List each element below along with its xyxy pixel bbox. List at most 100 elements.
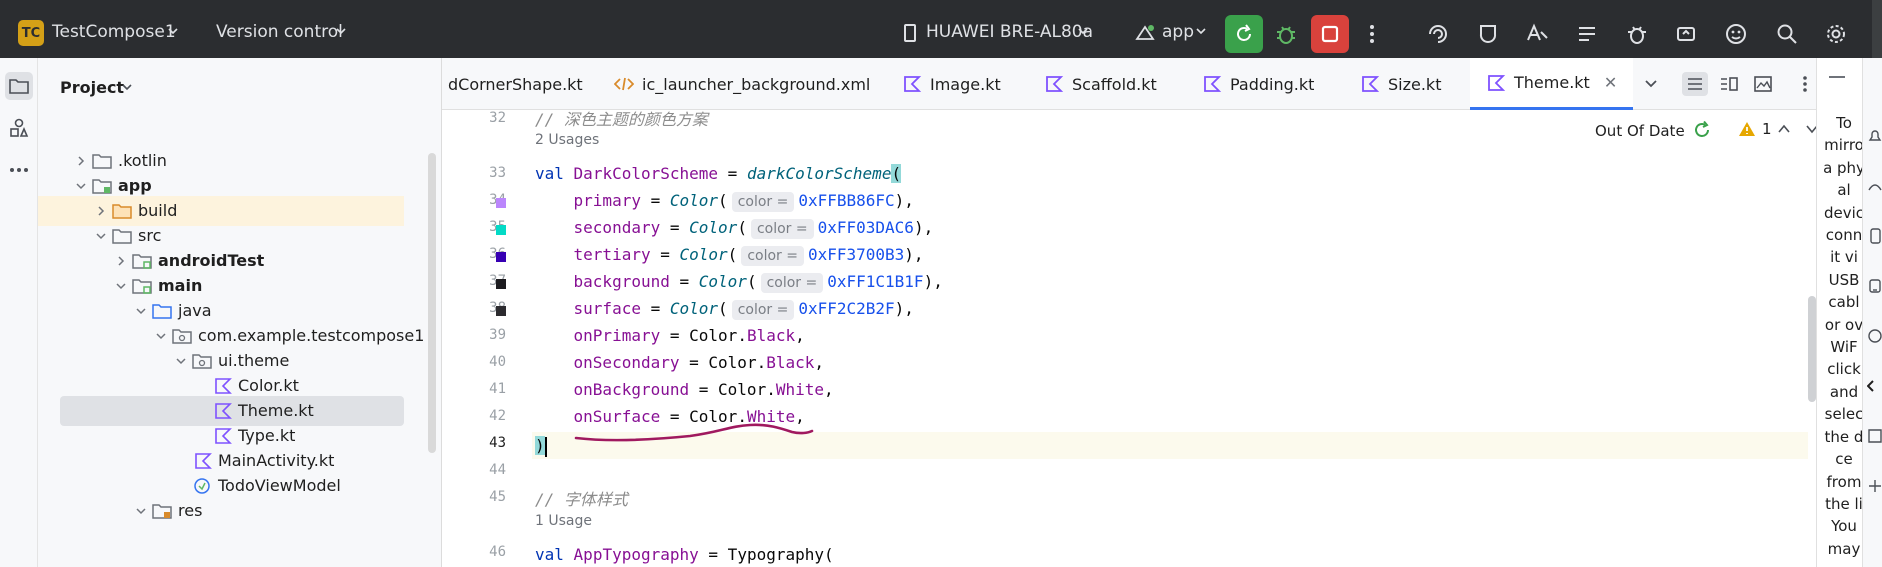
line-number[interactable]: 39 (456, 327, 506, 343)
code-line-declaration[interactable]: val DarkColorScheme = darkColorScheme( (535, 160, 902, 187)
notifications-icon[interactable] (1867, 128, 1882, 144)
tree-item[interactable]: res (38, 496, 404, 526)
editor-scrollbar[interactable] (1808, 296, 1816, 402)
resource-manager-button[interactable] (5, 114, 33, 142)
chevron-up-icon[interactable] (1778, 124, 1790, 134)
tab-theme[interactable]: Theme.kt ✕ (1470, 58, 1634, 110)
code-line-declaration[interactable]: val AppTypography = Typography( (535, 541, 834, 567)
code-line-color[interactable]: onBackground = Color.White, (535, 376, 834, 403)
line-number[interactable]: 32 (456, 110, 506, 126)
rerun-button[interactable] (1225, 15, 1263, 53)
emulator-icon[interactable] (1867, 478, 1882, 494)
tab-size[interactable]: Size.kt (1360, 58, 1441, 110)
project-name-dropdown[interactable]: TestCompose1 (52, 22, 176, 42)
tab-roundedcornershape[interactable]: dCornerShape.kt (448, 58, 583, 110)
line-number[interactable]: 45 (456, 489, 506, 505)
line-number[interactable]: 40 (456, 354, 506, 370)
code-line-comment[interactable]: // 字体样式 (535, 486, 628, 513)
line-number[interactable]: 46 (456, 544, 506, 560)
usages-hint[interactable]: 1 Usage (535, 513, 592, 529)
line-number[interactable]: 41 (456, 381, 506, 397)
tab-ic-launcher-background[interactable]: ic_launcher_background.xml (614, 58, 870, 110)
chevron-right-icon[interactable] (96, 206, 106, 216)
hint-text-line: You (1831, 517, 1857, 536)
build-folder-icon (112, 204, 132, 219)
code-editor[interactable]: // 深色主题的颜色方案 2 Usages val DarkColorScheme … (532, 110, 1808, 567)
swirl-tool-button[interactable] (1423, 19, 1453, 49)
device-mirror-button[interactable] (1671, 19, 1701, 49)
chevron-down-icon[interactable] (156, 331, 166, 341)
project-tool-button[interactable] (5, 72, 33, 100)
kotlin-file-icon (1362, 76, 1380, 92)
stop-button[interactable] (1311, 15, 1349, 53)
tab-list-dropdown[interactable] (1638, 72, 1664, 96)
tab-padding[interactable]: Padding.kt (1202, 58, 1314, 110)
kotlin-file-icon (215, 428, 232, 444)
settings-button[interactable] (1821, 19, 1851, 49)
debug-button[interactable] (1271, 19, 1301, 49)
parameter-hint: color = (760, 273, 824, 293)
design-view-button[interactable] (1750, 72, 1776, 96)
line-number[interactable]: 44 (456, 462, 506, 478)
color-swatch[interactable] (496, 252, 506, 262)
split-view-button[interactable] (1716, 72, 1742, 96)
run-config-selector[interactable]: app (1162, 22, 1194, 42)
device-manager-icon[interactable] (1867, 228, 1882, 244)
code-line-color[interactable]: surface = Color(color = 0xFF2C2B2F), (535, 295, 914, 322)
code-token: . (756, 353, 767, 372)
color-swatch[interactable] (496, 198, 506, 208)
chevron-down-icon[interactable] (136, 506, 146, 516)
close-icon[interactable]: ✕ (1604, 73, 1617, 92)
chevron-right-icon[interactable] (116, 256, 126, 266)
code-line-color[interactable]: primary = Color(color = 0xFFBB86FC), (535, 187, 914, 214)
color-swatch[interactable] (496, 225, 506, 235)
assistant-icon[interactable] (1867, 328, 1882, 344)
project-badge[interactable]: TC (18, 20, 44, 46)
minimize-icon[interactable] (1829, 76, 1845, 78)
tab-scaffold[interactable]: Scaffold.kt (1044, 58, 1157, 110)
coverage-button[interactable] (1473, 19, 1503, 49)
project-tree-scrollbar[interactable] (428, 153, 436, 453)
version-control-dropdown[interactable]: Version control (216, 22, 343, 42)
chevron-right-icon[interactable] (76, 156, 86, 166)
code-icon[interactable] (1867, 378, 1882, 394)
device-icon (904, 24, 916, 42)
hint-text-line: from (1826, 472, 1862, 491)
device-selector[interactable]: HUAWEI BRE-AL80a (926, 22, 1093, 42)
code-line-color[interactable]: onSecondary = Color.Black, (535, 349, 825, 376)
code-line-close[interactable]: ) (535, 432, 547, 459)
chevron-down-icon[interactable] (116, 281, 126, 291)
color-swatch[interactable] (496, 279, 506, 289)
out-of-date-status[interactable]: Out Of Date (1595, 122, 1685, 140)
assistant-button[interactable] (1721, 19, 1751, 49)
project-panel-title[interactable]: Project (60, 78, 124, 97)
code-line-comment[interactable]: // 深色主题的颜色方案 (535, 106, 708, 133)
editor-more-button[interactable] (1792, 72, 1818, 96)
layout-inspector-icon[interactable] (1867, 428, 1882, 444)
chevron-down-icon[interactable] (176, 356, 186, 366)
line-number[interactable]: 42 (456, 408, 506, 424)
code-line-color[interactable]: onPrimary = Color.Black, (535, 322, 805, 349)
running-devices-icon[interactable] (1867, 278, 1882, 294)
line-number[interactable]: 33 (456, 165, 506, 181)
chevron-down-icon[interactable] (76, 181, 86, 191)
color-swatch[interactable] (496, 306, 506, 316)
gradle-icon[interactable] (1867, 178, 1882, 194)
attach-debugger-button[interactable] (1622, 19, 1652, 49)
code-line-color[interactable]: background = Color(color = 0xFF1C1B1F), (535, 268, 943, 295)
line-number[interactable]: 43 (456, 435, 506, 451)
code-line-color[interactable]: tertiary = Color(color = 0xFF3700B3), (535, 241, 924, 268)
usages-hint[interactable]: 2 Usages (535, 132, 599, 148)
translate-button[interactable] (1522, 19, 1552, 49)
code-line-color[interactable]: secondary = Color(color = 0xFF03DAC6), (535, 214, 933, 241)
chevron-down-icon[interactable] (96, 231, 106, 241)
search-button[interactable] (1772, 19, 1802, 49)
tab-image[interactable]: Image.kt (902, 58, 1001, 110)
warning-indicator[interactable]: 1 (1738, 120, 1772, 138)
chevron-down-icon[interactable] (136, 306, 146, 316)
structure-button[interactable] (1572, 19, 1602, 49)
more-tools-button[interactable] (5, 156, 33, 184)
code-view-button[interactable] (1682, 72, 1708, 96)
refresh-icon[interactable] (1692, 120, 1712, 140)
more-actions-button[interactable] (1357, 19, 1387, 49)
